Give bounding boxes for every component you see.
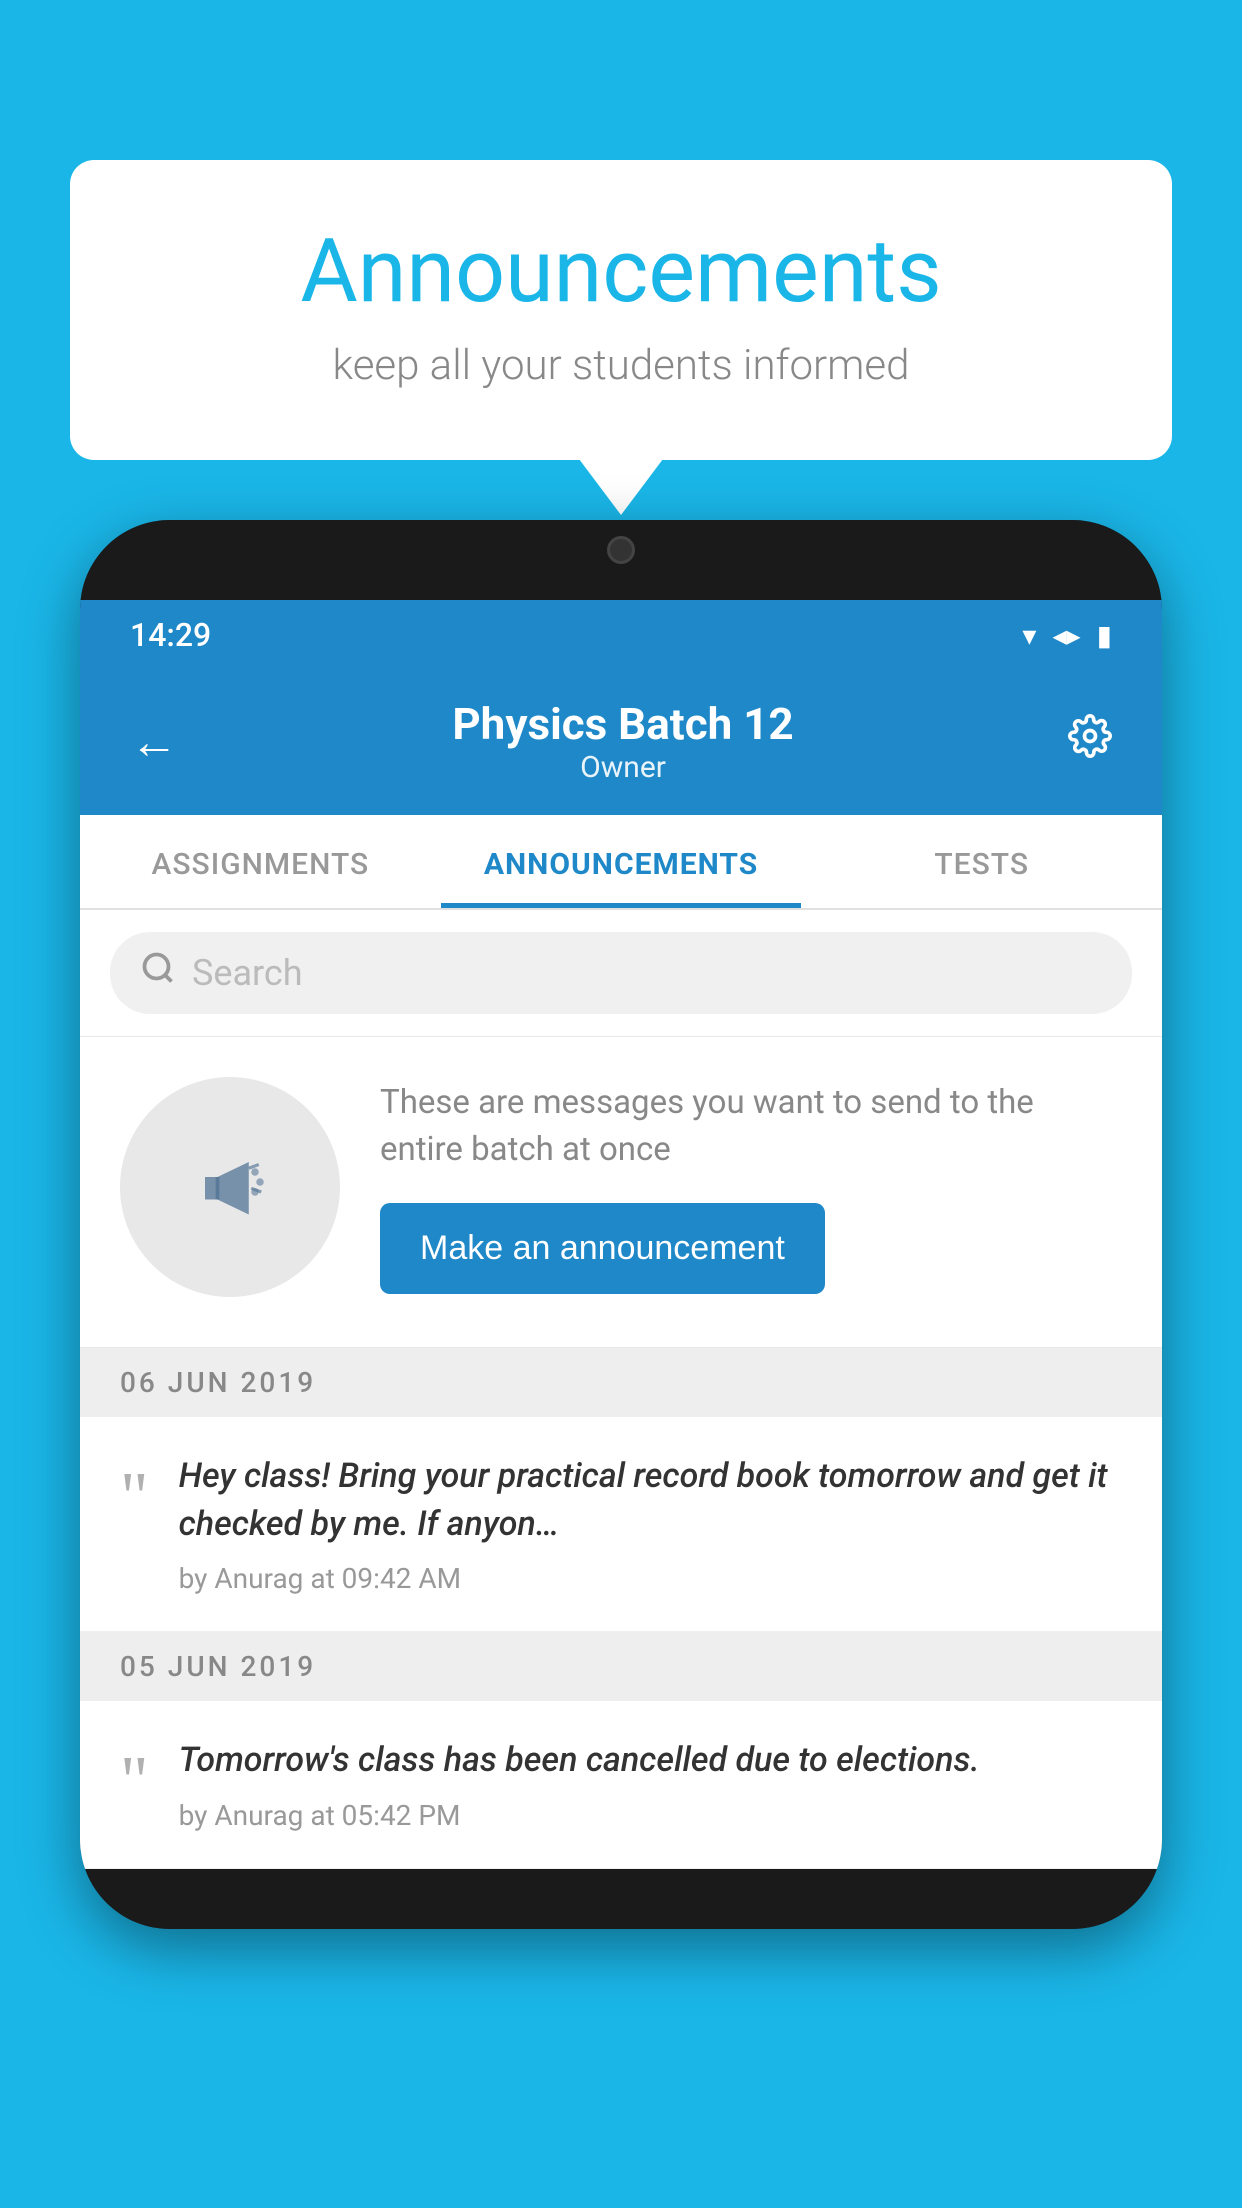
battery-icon: ▮ <box>1097 619 1112 652</box>
screen-content: Search <box>80 910 1162 1869</box>
signal-icon: ◂▸ <box>1052 619 1080 652</box>
date-label-2: 05 JUN 2019 <box>120 1650 316 1683</box>
announcement-item-1[interactable]: " Hey class! Bring your practical record… <box>80 1417 1162 1632</box>
phone-bottom-bar <box>80 1869 1162 1929</box>
tab-bar: ASSIGNMENTS ANNOUNCEMENTS TESTS <box>80 815 1162 910</box>
app-header: ← Physics Batch 12 Owner <box>80 670 1162 815</box>
quote-icon-2: " <box>120 1747 149 1832</box>
search-icon <box>140 950 176 996</box>
date-section-1: 06 JUN 2019 <box>80 1348 1162 1417</box>
announcement-content-2: Tomorrow's class has been cancelled due … <box>179 1737 1122 1832</box>
settings-button[interactable] <box>1068 714 1112 769</box>
promo-text-area: These are messages you want to send to t… <box>380 1080 1122 1293</box>
promo-card: These are messages you want to send to t… <box>80 1037 1162 1348</box>
bubble-title: Announcements <box>150 220 1092 323</box>
announcement-meta-2: by Anurag at 05:42 PM <box>179 1799 1122 1832</box>
batch-name: Physics Batch 12 <box>178 698 1068 750</box>
tab-tests[interactable]: TESTS <box>801 815 1162 908</box>
header-title-area: Physics Batch 12 Owner <box>178 698 1068 785</box>
quote-icon-1: " <box>120 1463 149 1595</box>
search-container: Search <box>80 910 1162 1037</box>
front-camera <box>607 536 635 564</box>
announcement-icon-circle <box>120 1077 340 1297</box>
batch-role: Owner <box>178 750 1068 785</box>
wifi-icon: ▾ <box>1022 619 1036 652</box>
tab-announcements[interactable]: ANNOUNCEMENTS <box>441 815 802 908</box>
tab-assignments[interactable]: ASSIGNMENTS <box>80 815 441 908</box>
speech-bubble: Announcements keep all your students inf… <box>70 160 1172 460</box>
back-button[interactable]: ← <box>130 713 178 770</box>
announcement-text-1: Hey class! Bring your practical record b… <box>179 1453 1122 1548</box>
announcement-text-2: Tomorrow's class has been cancelled due … <box>179 1737 1122 1785</box>
status-time: 14:29 <box>130 616 211 654</box>
search-placeholder: Search <box>192 952 303 994</box>
announcement-item-2[interactable]: " Tomorrow's class has been cancelled du… <box>80 1701 1162 1869</box>
announcement-meta-1: by Anurag at 09:42 AM <box>179 1562 1122 1595</box>
speech-bubble-wrapper: Announcements keep all your students inf… <box>70 160 1172 460</box>
status-icons: ▾ ◂▸ ▮ <box>1022 619 1112 652</box>
bubble-subtitle: keep all your students informed <box>150 341 1092 390</box>
date-section-2: 05 JUN 2019 <box>80 1632 1162 1701</box>
announcement-content-1: Hey class! Bring your practical record b… <box>179 1453 1122 1595</box>
phone-notch <box>511 520 731 580</box>
phone-mockup: 14:29 ▾ ◂▸ ▮ ← Physics Batch 12 Owner <box>80 520 1162 1929</box>
status-bar: 14:29 ▾ ◂▸ ▮ <box>80 600 1162 670</box>
date-label-1: 06 JUN 2019 <box>120 1366 316 1399</box>
search-bar[interactable]: Search <box>110 932 1132 1014</box>
make-announcement-button[interactable]: Make an announcement <box>380 1203 825 1294</box>
promo-description: These are messages you want to send to t… <box>380 1080 1122 1172</box>
phone-body: 14:29 ▾ ◂▸ ▮ ← Physics Batch 12 Owner <box>80 520 1162 1929</box>
phone-top-bar <box>80 520 1162 600</box>
